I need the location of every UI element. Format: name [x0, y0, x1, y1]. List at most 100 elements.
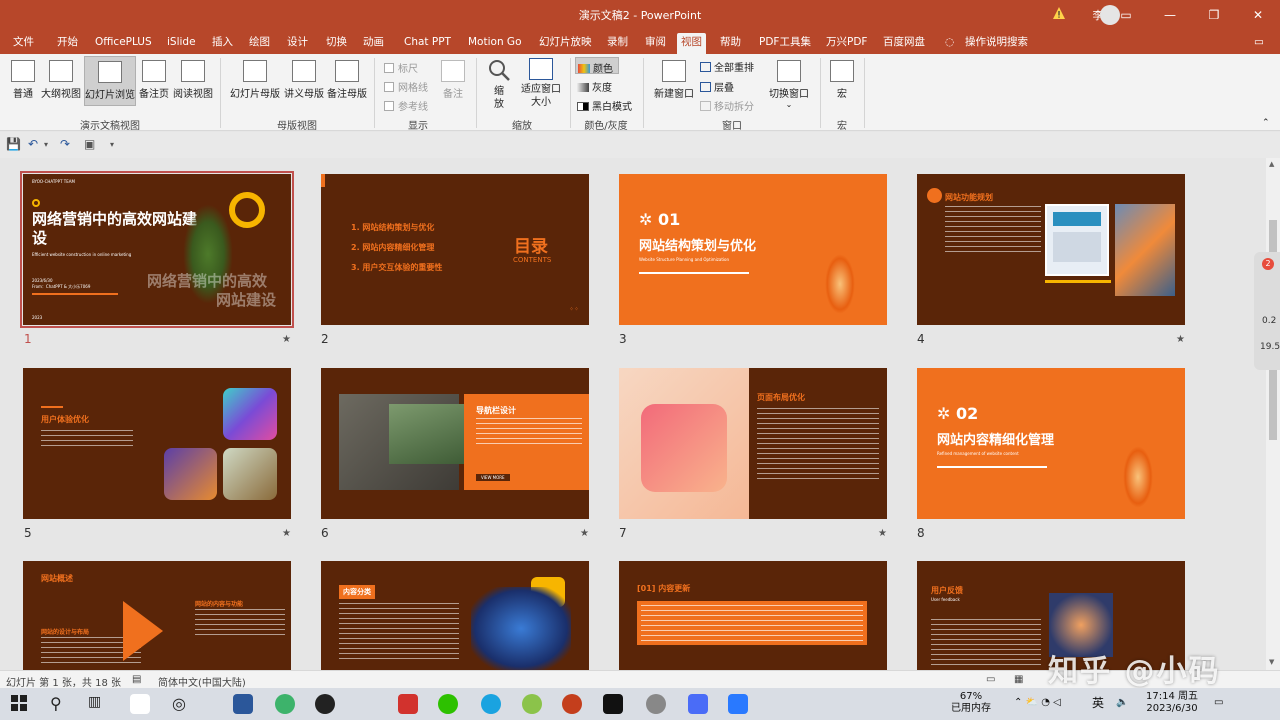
undo-dropdown-icon[interactable]: ▾	[44, 140, 48, 149]
edge-icon[interactable]	[481, 694, 501, 714]
notification-icon[interactable]: ▭	[1214, 697, 1223, 709]
tab-transitions[interactable]: 切换	[322, 34, 351, 54]
wechat-icon[interactable]	[438, 694, 458, 714]
maximize-icon[interactable]: ❐	[1192, 0, 1236, 30]
app-blue-icon[interactable]	[688, 694, 708, 714]
app-dark-icon[interactable]	[315, 694, 335, 714]
slide-thumbnail-4[interactable]: 网站功能规划	[917, 174, 1185, 325]
tab-officeplus[interactable]: OfficePLUS	[91, 34, 156, 54]
app-arrow-icon[interactable]	[728, 694, 748, 714]
slide-thumbnail-9[interactable]: 网站概述 网站的设计与布局 网站的内容与功能	[23, 561, 291, 670]
tab-animations[interactable]: 动画	[359, 34, 388, 54]
tab-draw[interactable]: 绘图	[245, 34, 274, 54]
minimize-icon[interactable]: —	[1148, 0, 1192, 30]
slide-thumbnail-3[interactable]: ✲ 01 网站结构策划与优化 Website Structure Plannin…	[619, 174, 887, 325]
normal-view-status-icon[interactable]: ▭	[986, 674, 995, 685]
ruler-checkbox[interactable]: 标尺	[384, 60, 418, 75]
slide-thumbnail-8[interactable]: ✲ 02 网站内容精细化管理 Refined management of web…	[917, 368, 1185, 519]
gridlines-checkbox[interactable]: 网格线	[384, 79, 428, 94]
tab-pdf-tools[interactable]: PDF工具集	[755, 34, 815, 54]
zoom-button[interactable]: 缩放	[484, 58, 514, 114]
presentation-icon[interactable]: ▣	[84, 137, 95, 151]
capcut-icon[interactable]	[603, 694, 623, 714]
slide-thumbnail-2[interactable]: 1. 网站结构策划与优化 2. 网站内容精细化管理 3. 用户交互体验的重要性 …	[321, 174, 589, 325]
scroll-down-icon[interactable]: ▼	[1269, 658, 1274, 666]
sorter-view-status-icon[interactable]: ▦	[1014, 674, 1023, 685]
collapse-ribbon-icon[interactable]: ⌃	[1262, 118, 1270, 128]
tab-record[interactable]: 录制	[603, 34, 632, 54]
spellcheck-icon[interactable]: ▤	[132, 674, 141, 685]
tab-slideshow[interactable]: 幻灯片放映	[535, 34, 596, 54]
reading-view-button[interactable]: 阅读视图	[172, 60, 214, 106]
customize-qat-icon[interactable]: ▾	[110, 140, 114, 149]
tab-review[interactable]: 审阅	[641, 34, 670, 54]
notes-master-button[interactable]: 备注母版	[326, 60, 368, 106]
move-split-button[interactable]: 移动拆分	[700, 98, 754, 113]
wps-icon[interactable]	[398, 694, 418, 714]
slide-thumbnail-5[interactable]: 用户体验优化	[23, 368, 291, 519]
macros-button[interactable]: 宏	[828, 60, 856, 106]
outline-view-button[interactable]: 大纲视图	[40, 60, 82, 106]
slide-thumbnail-10[interactable]: 内容分类	[321, 561, 589, 670]
fit-to-window-button[interactable]: 适应窗口大小	[518, 58, 564, 114]
windows-start-icon[interactable]	[10, 694, 30, 714]
ribbon-display-icon[interactable]: ▭	[1104, 0, 1148, 30]
browser-search-icon[interactable]: ◎	[172, 694, 192, 714]
grayscale-button[interactable]: 灰度	[577, 79, 612, 94]
tab-insert[interactable]: 插入	[208, 34, 237, 54]
guides-checkbox[interactable]: 参考线	[384, 98, 428, 113]
speaker-icon[interactable]: 🔈	[1116, 697, 1128, 709]
normal-view-button[interactable]: 普通	[6, 60, 40, 106]
word-icon[interactable]	[233, 694, 253, 714]
cascade-button[interactable]: 层叠	[700, 79, 734, 94]
tab-home[interactable]: 开始	[53, 34, 82, 54]
save-icon[interactable]: 💾	[6, 137, 21, 151]
scroll-up-icon[interactable]: ▲	[1269, 160, 1274, 168]
arrange-all-button[interactable]: 全部重排	[700, 59, 754, 74]
lightbulb-icon[interactable]: ◌	[941, 34, 958, 54]
ime-indicator[interactable]: 英	[1092, 697, 1104, 709]
task-view-icon[interactable]: ▥	[88, 694, 108, 714]
slide-thumbnail-11[interactable]: [01] 内容更新	[619, 561, 887, 670]
switch-window-button[interactable]: 切换窗口 ⌄	[766, 60, 812, 112]
undo-icon[interactable]: ↶	[28, 137, 38, 151]
slide-thumbnail-7[interactable]: 页面布局优化	[619, 368, 887, 519]
redo-icon[interactable]: ↷	[60, 137, 70, 151]
slide-thumbnail-1[interactable]: BYOO-CHATPPT TEAM 网络营销中的高效网站建设 Efficient…	[20, 171, 294, 328]
powerpoint-icon[interactable]	[562, 694, 582, 714]
tab-baidu-pan[interactable]: 百度网盘	[879, 34, 929, 54]
clock[interactable]: 17:14 周五 2023/6/30	[1142, 691, 1202, 715]
body-text-lines	[41, 430, 133, 450]
language-indicator[interactable]: 简体中文(中国大陆)	[158, 674, 246, 689]
tab-help[interactable]: 帮助	[716, 34, 745, 54]
network-monitor-widget[interactable]: 2 0.2 19.5	[1254, 252, 1280, 370]
search-icon[interactable]: ⚲	[50, 694, 70, 714]
handout-master-button[interactable]: 讲义母版	[283, 60, 325, 106]
slide-thumbnail-6[interactable]: 导航栏设计 VIEW MORE	[321, 368, 589, 519]
slide-sorter-button[interactable]: 幻灯片浏览	[84, 56, 136, 106]
tray-icons[interactable]: ⌃ ⛅ ◔ ◁	[1014, 697, 1061, 709]
new-window-button[interactable]: 新建窗口	[652, 60, 696, 106]
close-icon[interactable]: ✕	[1236, 0, 1280, 30]
tab-tell-me[interactable]: 操作说明搜索	[961, 34, 1032, 54]
black-white-button[interactable]: 黑白模式	[577, 98, 632, 113]
widgets-icon[interactable]	[130, 694, 150, 714]
tab-view[interactable]: 视图	[677, 33, 706, 54]
tab-file[interactable]: 文件	[9, 34, 38, 54]
tab-design[interactable]: 设计	[283, 34, 312, 54]
tab-motiongo[interactable]: Motion Go	[464, 34, 526, 54]
app-lime-icon[interactable]	[522, 694, 542, 714]
app-green-icon[interactable]	[275, 694, 295, 714]
vertical-scrollbar[interactable]: ▲ ▼	[1266, 158, 1280, 670]
tab-islide[interactable]: iSlide	[163, 34, 200, 54]
tab-chatppt[interactable]: Chat PPT	[400, 34, 455, 54]
notes-page-button[interactable]: 备注页	[138, 60, 170, 106]
notes-button[interactable]: 备注	[438, 60, 468, 106]
app-cat-icon[interactable]	[646, 694, 666, 714]
comments-icon[interactable]: ▭	[1250, 34, 1268, 54]
warning-icon[interactable]	[1052, 6, 1066, 20]
slide-master-button[interactable]: 幻灯片母版	[228, 60, 282, 106]
memory-usage[interactable]: 67% 已用内存	[946, 691, 996, 715]
color-mode-button[interactable]: 颜色	[575, 57, 619, 75]
tab-wondershare-pdf[interactable]: 万兴PDF	[822, 34, 871, 54]
